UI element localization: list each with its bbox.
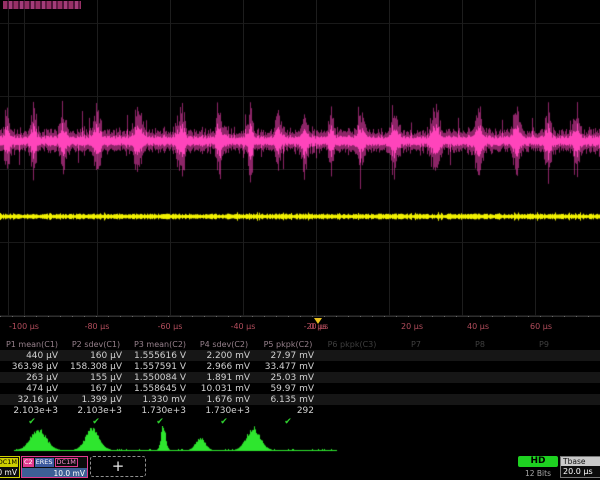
measure-cell: 1.399 µV [64, 395, 128, 405]
measure-cell: 1.550084 V [128, 373, 192, 383]
c2-coupling-badge: DC1M [55, 458, 78, 467]
timebase-value: 20.0 µs [561, 466, 600, 476]
measure-cell: 363.98 µV [0, 362, 64, 372]
parameter-histicons [0, 426, 600, 455]
measure-cell: 1.730e+3 [128, 406, 192, 416]
hd-bits-label: 12 Bits [518, 469, 558, 478]
measure-cell: 2.200 mV [192, 351, 256, 361]
measure-cell: 32.16 µV [0, 395, 64, 405]
status-check-icon: ✔ [192, 417, 256, 426]
measure-cell: 167 µV [64, 384, 128, 394]
waveform-traces [0, 0, 600, 316]
trace-annotation-fragment [3, 1, 81, 9]
time-tick-label: 20 µs [401, 322, 423, 331]
measure-cell: 263 µV [0, 373, 64, 383]
time-tick-label: -40 µs [231, 322, 256, 331]
channel-c1-descriptor[interactable]: DC1M 0 mV [0, 456, 20, 478]
descriptor-bar: DC1M 0 mV C2 ERES DC1M 10.0 mV + HD 12 B… [0, 455, 600, 480]
status-check-icon: ✔ [128, 417, 192, 426]
measure-cell: 160 µV [64, 351, 128, 361]
measure-cell: 1.330 mV [128, 395, 192, 405]
table-row: 263 µV155 µV1.550084 V1.891 mV25.03 mV [0, 372, 600, 383]
param-header[interactable]: P4 sdev(C2) [192, 340, 256, 349]
time-tick-label: -60 µs [158, 322, 183, 331]
c1-volts-per-div: 0 mV [0, 467, 19, 478]
c2-volts-per-div: 10.0 mV [22, 468, 87, 478]
measure-cell: 292 [256, 406, 320, 416]
measure-cell: 155 µV [64, 373, 128, 383]
param-header[interactable]: P8 [448, 340, 512, 349]
measure-cell: 1.558645 V [128, 384, 192, 394]
time-axis: -100 µs-80 µs-60 µs-40 µs-20 µs0 µs20 µs… [0, 316, 600, 338]
add-trace-button[interactable]: + [90, 456, 146, 477]
hd-badge: HD [518, 456, 558, 467]
param-header[interactable]: P7 [384, 340, 448, 349]
measure-cell: 10.031 mV [192, 384, 256, 394]
status-check-icon: ✔ [256, 417, 320, 426]
table-row: 363.98 µV158.308 µV1.557591 V2.966 mV33.… [0, 361, 600, 372]
time-tick-label: -100 µs [9, 322, 39, 331]
table-row: ✔✔✔✔✔ [0, 416, 600, 426]
c2-eres-badge: ERES [35, 458, 54, 467]
measure-cell: 59.97 mV [256, 384, 320, 394]
status-check-icon: ✔ [0, 417, 64, 426]
time-tick-label: 0 µs [310, 322, 327, 331]
measurement-table: P1 mean(C1)P2 sdev(C1)P3 mean(C2)P4 sdev… [0, 338, 600, 426]
channel-c2-descriptor[interactable]: C2 ERES DC1M 10.0 mV [21, 456, 88, 478]
time-tick-label: -80 µs [85, 322, 110, 331]
measure-cell: 6.135 mV [256, 395, 320, 405]
table-row: 440 µV160 µV1.555616 V2.200 mV27.97 mV [0, 350, 600, 361]
table-row: 474 µV167 µV1.558645 V10.031 mV59.97 mV [0, 383, 600, 394]
table-row: 2.103e+32.103e+31.730e+31.730e+3292 [0, 405, 600, 416]
measure-cell: 1.891 mV [192, 373, 256, 383]
timebase-label: Tbase [561, 457, 600, 466]
measure-cell: 474 µV [0, 384, 64, 394]
param-header[interactable]: P5 pkpk(C2) [256, 340, 320, 349]
measure-cell: 2.103e+3 [64, 406, 128, 416]
param-header[interactable]: P2 sdev(C1) [64, 340, 128, 349]
time-tick-label: 60 µs [530, 322, 552, 331]
param-header[interactable]: P10 [576, 340, 600, 349]
measure-cell: 1.555616 V [128, 351, 192, 361]
measure-cell: 1.557591 V [128, 362, 192, 372]
measure-cell: 25.03 mV [256, 373, 320, 383]
param-header[interactable]: P9 [512, 340, 576, 349]
param-header[interactable]: P1 mean(C1) [0, 340, 64, 349]
measure-cell: 1.730e+3 [192, 406, 256, 416]
status-check-icon: ✔ [64, 417, 128, 426]
measure-cell: 440 µV [0, 351, 64, 361]
table-row: P1 mean(C1)P2 sdev(C1)P3 mean(C2)P4 sdev… [0, 338, 600, 350]
measure-cell: 2.966 mV [192, 362, 256, 372]
oscilloscope-screen: -100 µs-80 µs-60 µs-40 µs-20 µs0 µs20 µs… [0, 0, 600, 480]
c2-channel-badge: C2 [23, 458, 34, 467]
timebase-descriptor[interactable]: Tbase 20.0 µs [560, 456, 600, 478]
measure-cell: 33.477 mV [256, 362, 320, 372]
param-header[interactable]: P6 pkpk(C3) [320, 340, 384, 349]
param-header[interactable]: P3 mean(C2) [128, 340, 192, 349]
time-tick-label: 40 µs [467, 322, 489, 331]
hd-indicator: HD 12 Bits [518, 455, 558, 478]
table-row: 32.16 µV1.399 µV1.330 mV1.676 mV6.135 mV [0, 394, 600, 405]
c1-coupling-badge: DC1M [0, 458, 18, 467]
waveform-grid[interactable] [0, 0, 600, 316]
measure-cell: 158.308 µV [64, 362, 128, 372]
measure-cell: 2.103e+3 [0, 406, 64, 416]
measure-cell: 27.97 mV [256, 351, 320, 361]
measure-cell: 1.676 mV [192, 395, 256, 405]
